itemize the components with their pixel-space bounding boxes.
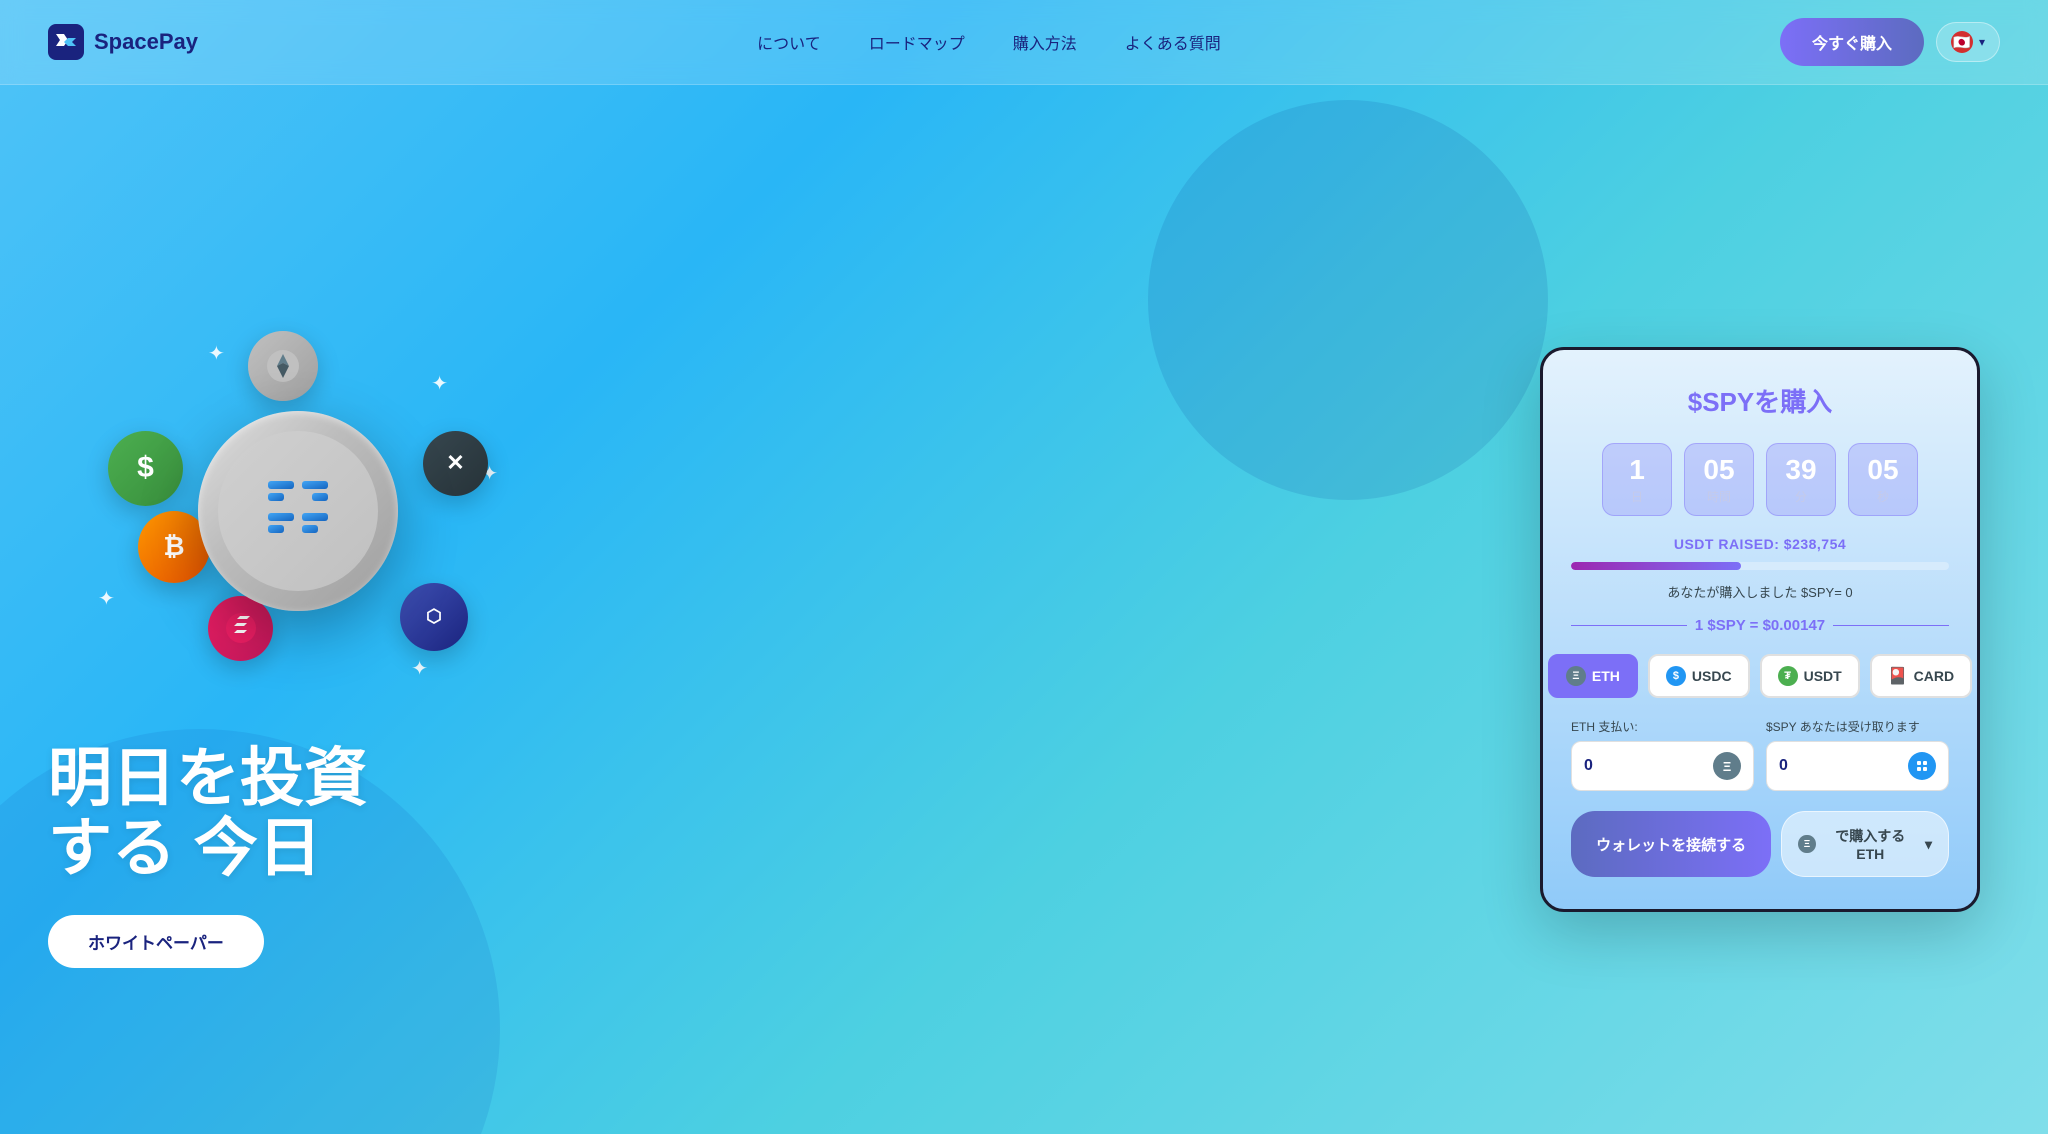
- nav-how-to-buy[interactable]: 購入方法: [1013, 30, 1077, 54]
- eth-coin: [248, 331, 318, 401]
- sparkle-2: ✦: [431, 371, 448, 396]
- spy-input-wrap: [1766, 741, 1949, 791]
- usdc-currency-label: USDC: [1692, 668, 1732, 684]
- usdc-currency-icon: $: [1666, 666, 1686, 686]
- header: SpacePay について ロードマップ 購入方法 よくある質問 今すぐ購入 🇯…: [0, 0, 2048, 85]
- usdc-currency-button[interactable]: $ USDC: [1648, 654, 1750, 698]
- hero-text: 明日を投資 する 今日: [48, 743, 368, 884]
- ada-coin: ⬡: [400, 583, 468, 651]
- usdt-currency-button[interactable]: ₮ USDT: [1760, 654, 1860, 698]
- price-line-right: [1833, 625, 1949, 626]
- timer-hours: 05 時間: [1684, 443, 1754, 516]
- header-right: 今すぐ購入 🇯🇵 ▾: [1780, 18, 2000, 66]
- right-section: $SPYを購入 1 日 05 時間 39 分 05 秒: [1540, 347, 1980, 912]
- x-coin: ✕: [423, 431, 488, 496]
- nav-faq[interactable]: よくある質問: [1125, 30, 1221, 54]
- card-title: $SPYを購入: [1571, 382, 1949, 419]
- hero-line2: する 今日: [48, 813, 368, 883]
- timer-minutes: 39 分: [1766, 443, 1836, 516]
- main-content: ✦ ✦ ✦ ✦ ✦ $ ₿ ✕ ⬡: [0, 85, 2048, 1134]
- sparkle-3: ✦: [98, 586, 115, 611]
- progress-bar-fill: [1571, 562, 1741, 570]
- timer-days: 1 日: [1602, 443, 1672, 516]
- purchase-card: $SPYを購入 1 日 05 時間 39 分 05 秒: [1540, 347, 1980, 912]
- hero-line1: 明日を投資: [48, 743, 368, 813]
- left-section: ✦ ✦ ✦ ✦ ✦ $ ₿ ✕ ⬡: [48, 291, 1540, 969]
- usdt-currency-icon: ₮: [1778, 666, 1798, 686]
- usd-coin: $: [108, 431, 183, 506]
- spy-input-group: $SPY あなたは受け取ります: [1766, 718, 1949, 791]
- timer-minutes-label: 分: [1783, 488, 1819, 505]
- nav-about[interactable]: について: [757, 30, 821, 54]
- eth-input-label: ETH 支払い:: [1571, 718, 1754, 735]
- eth-currency-button[interactable]: Ξ ETH: [1548, 654, 1638, 698]
- progress-bar-container: [1571, 562, 1949, 570]
- card-currency-label: CARD: [1914, 668, 1954, 684]
- price-line-left: [1571, 625, 1687, 626]
- countdown-timer: 1 日 05 時間 39 分 05 秒: [1571, 443, 1949, 516]
- eth-input-icon: Ξ: [1713, 752, 1741, 780]
- timer-seconds-value: 05: [1865, 454, 1901, 486]
- bottom-buttons: ウォレットを接続する Ξ で購入する ETH ▾: [1571, 811, 1949, 877]
- eth-currency-label: ETH: [1592, 668, 1620, 684]
- timer-seconds: 05 秒: [1848, 443, 1918, 516]
- input-row: ETH 支払い: Ξ $SPY あなたは受け取ります: [1571, 718, 1949, 791]
- language-selector[interactable]: 🇯🇵 ▾: [1936, 22, 2000, 62]
- timer-seconds-label: 秒: [1865, 488, 1901, 505]
- main-nav: について ロードマップ 購入方法 よくある質問: [757, 30, 1221, 54]
- logo-area: SpacePay: [48, 24, 198, 60]
- purchased-label: あなたが購入しました $SPY= 0: [1571, 582, 1949, 601]
- timer-hours-label: 時間: [1701, 488, 1737, 505]
- spy-input-icon: [1908, 752, 1936, 780]
- main-spy-coin: [198, 411, 398, 611]
- spy-input-label: $SPY あなたは受け取ります: [1766, 718, 1949, 735]
- spy-input[interactable]: [1779, 757, 1900, 775]
- logo-text: SpacePay: [94, 29, 198, 55]
- sol-coin: [208, 596, 273, 661]
- nav-roadmap[interactable]: ロードマップ: [869, 30, 965, 54]
- coin-illustration: ✦ ✦ ✦ ✦ ✦ $ ₿ ✕ ⬡: [48, 311, 548, 711]
- sparkle-5: ✦: [411, 656, 428, 681]
- price-text: 1 $SPY = $0.00147: [1695, 617, 1825, 634]
- eth-input-group: ETH 支払い: Ξ: [1571, 718, 1754, 791]
- buy-eth-icon: Ξ: [1798, 835, 1815, 853]
- eth-input-wrap: Ξ: [1571, 741, 1754, 791]
- flag-icon: 🇯🇵: [1951, 31, 1973, 53]
- timer-days-value: 1: [1619, 454, 1655, 486]
- timer-minutes-value: 39: [1783, 454, 1819, 486]
- buy-eth-label: で購入する ETH: [1822, 826, 1919, 862]
- card-currency-button[interactable]: 🎴 CARD: [1870, 654, 1972, 698]
- raised-label: USDT RAISED: $238,754: [1571, 536, 1949, 552]
- currency-buttons: Ξ ETH $ USDC ₮ USDT 🎴 CARD: [1571, 654, 1949, 698]
- sparkle-1: ✦: [208, 341, 225, 366]
- connect-wallet-button[interactable]: ウォレットを接続する: [1571, 811, 1771, 877]
- price-row: 1 $SPY = $0.00147: [1571, 617, 1949, 634]
- timer-days-label: 日: [1619, 488, 1655, 505]
- usdt-currency-label: USDT: [1804, 668, 1842, 684]
- whitepaper-button[interactable]: ホワイトペーパー: [48, 915, 264, 968]
- chevron-down-icon: ▾: [1979, 35, 1985, 49]
- timer-hours-value: 05: [1701, 454, 1737, 486]
- buy-eth-chevron: ▾: [1925, 836, 1932, 853]
- logo-icon: [48, 24, 84, 60]
- eth-input[interactable]: [1584, 757, 1705, 775]
- buy-eth-button[interactable]: Ξ で購入する ETH ▾: [1781, 811, 1949, 877]
- eth-currency-icon: Ξ: [1566, 666, 1586, 686]
- card-currency-icon: 🎴: [1888, 666, 1908, 686]
- buy-now-button[interactable]: 今すぐ購入: [1780, 18, 1924, 66]
